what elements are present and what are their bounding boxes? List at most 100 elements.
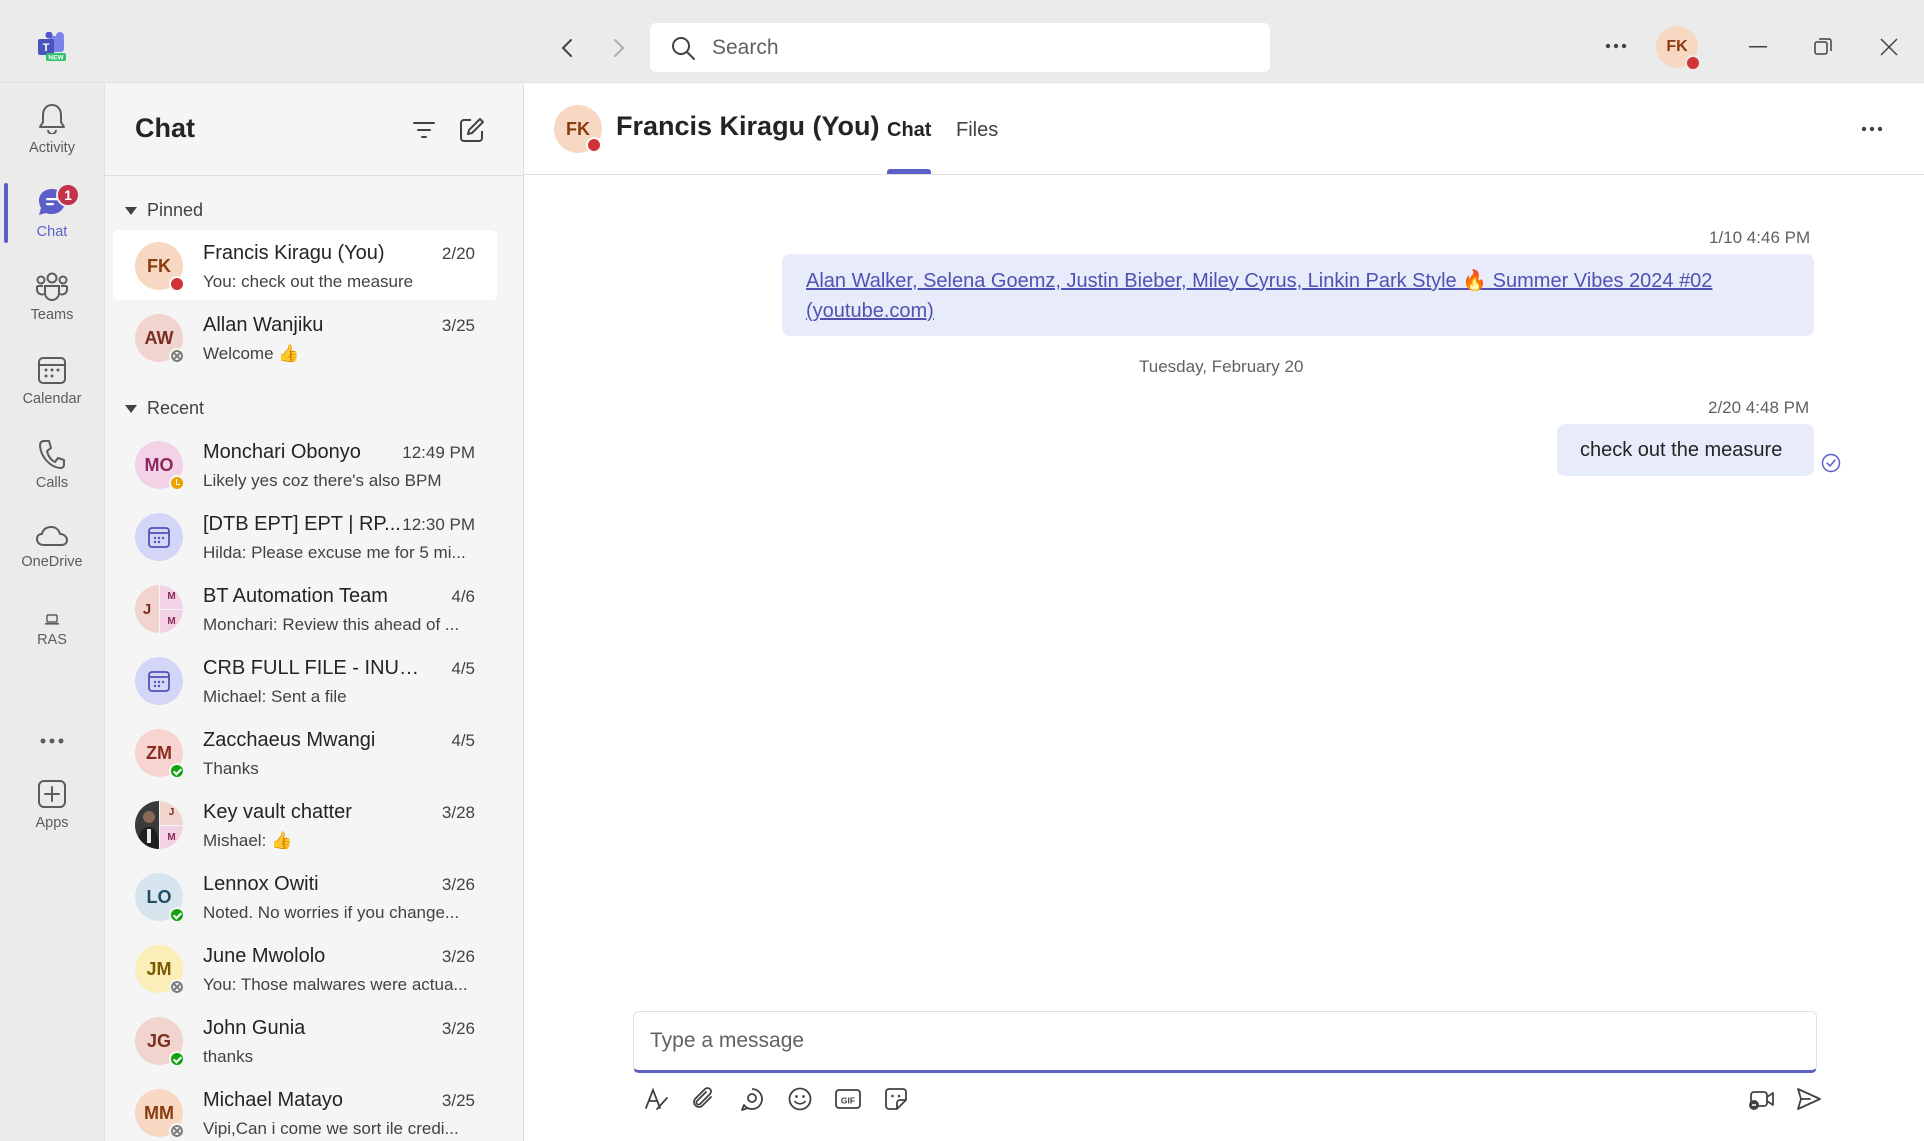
emoji-button[interactable] — [782, 1081, 818, 1117]
rail-item-teams[interactable]: Teams — [0, 257, 104, 337]
chat-list-item[interactable]: FK Francis Kiragu (You) 2/20 You: check … — [113, 230, 497, 300]
user-initials: FK — [1666, 38, 1688, 55]
loop-button[interactable] — [734, 1081, 770, 1117]
pinned-section-header[interactable]: Pinned — [125, 200, 203, 221]
restore-icon — [1814, 38, 1832, 55]
presence-busy-indicator — [586, 137, 602, 153]
chat-list-title: Chat — [135, 113, 195, 143]
calendar-icon — [148, 527, 170, 548]
group-avatar-member: M — [160, 609, 183, 633]
chevron-left-icon — [561, 39, 572, 57]
presence-offline-indicator — [169, 348, 185, 364]
chat-preview: You: check out the measure — [203, 272, 414, 291]
gif-button[interactable]: GIF — [830, 1081, 866, 1117]
chat-list-item[interactable]: JM June Mwololo 3/26 You: Those malwares… — [113, 933, 497, 1003]
rail-item-apps[interactable]: Apps — [0, 765, 104, 845]
sticker-icon — [885, 1088, 907, 1110]
chat-list-item[interactable]: JG John Gunia 3/26 thanks — [113, 1005, 497, 1075]
rail-item-calls[interactable]: Calls — [0, 425, 104, 505]
presence-busy-indicator — [1685, 55, 1701, 71]
filter-icon — [413, 122, 435, 138]
close-button[interactable] — [1869, 28, 1909, 66]
user-avatar[interactable]: FK — [1656, 26, 1701, 71]
chat-list-item[interactable]: MO Monchari Obonyo 12:49 PM Likely yes c… — [113, 429, 497, 499]
filter-button[interactable] — [407, 113, 441, 147]
rail-item-onedrive[interactable]: OneDrive — [0, 507, 104, 587]
cloud-icon — [36, 526, 68, 546]
rail-item-chat[interactable]: 1 Chat — [0, 173, 104, 253]
format-button[interactable] — [638, 1081, 674, 1117]
more-options-button[interactable] — [1598, 28, 1634, 64]
conversation-title: Francis Kiragu (You) — [616, 111, 880, 141]
recent-section-header[interactable]: Recent — [125, 398, 204, 419]
chat-list-item[interactable]: J M M BT Automation Team 4/6 Monchari: R… — [113, 573, 497, 643]
svg-text:T: T — [43, 42, 50, 54]
rail-label: Activity — [29, 140, 75, 156]
avatar-initials: J — [142, 600, 152, 618]
calendar-icon — [148, 671, 170, 692]
restore-button[interactable] — [1803, 28, 1843, 66]
back-button[interactable] — [550, 30, 586, 66]
video-clip-button[interactable] — [1743, 1081, 1779, 1117]
link-text: (youtube.com) — [806, 300, 934, 322]
chat-name: BT Automation Team — [203, 585, 388, 607]
chat-date: 3/25 — [441, 1091, 475, 1110]
message-timestamp: 2/20 4:48 PM — [1708, 398, 1810, 417]
message-bubble: Alan Walker, Selena Goemz, Justin Bieber… — [782, 254, 1814, 336]
search-box[interactable] — [650, 23, 1270, 72]
chat-preview: Noted. No worries if you change... — [203, 903, 460, 922]
rail-more-apps-button[interactable] — [0, 711, 104, 771]
chat-list-item[interactable]: [DTB EPT] EPT | RP... 12:30 PM Hilda: Pl… — [113, 501, 497, 571]
chat-preview: thanks — [203, 1047, 254, 1066]
rail-item-activity[interactable]: Activity — [0, 89, 104, 169]
presence-busy-indicator — [169, 276, 185, 292]
laptop-icon — [45, 614, 59, 625]
avatar-initials: LO — [146, 886, 172, 907]
more-horizontal-icon — [40, 738, 64, 744]
chat-list-item[interactable]: ZM Zacchaeus Mwangi 4/5 Thanks — [113, 717, 497, 787]
chat-list-item[interactable]: LO Lennox Owiti 3/26 Noted. No worries i… — [113, 861, 497, 931]
rail-label: Apps — [35, 815, 69, 831]
chat-date: 3/26 — [441, 875, 475, 894]
chat-date: 12:49 PM — [402, 443, 475, 462]
meeting-avatar — [135, 513, 183, 561]
chat-list-item[interactable]: CRB FULL FILE - INUA ... 4/5 Michael: Se… — [113, 645, 497, 715]
rail-label: Chat — [36, 224, 68, 240]
video-clip-icon — [1749, 1091, 1774, 1110]
attach-button[interactable] — [686, 1081, 722, 1117]
sticker-button[interactable] — [878, 1081, 914, 1117]
chat-list-item[interactable]: J M Key vault chatter 3/28 Mishael: 👍 — [113, 789, 497, 859]
rail-item-ras[interactable]: RAS — [0, 591, 104, 671]
tab-chat[interactable]: Chat — [887, 119, 931, 142]
tab-files[interactable]: Files — [956, 119, 998, 142]
chat-name: Francis Kiragu (You) — [203, 242, 385, 264]
forward-button[interactable] — [600, 30, 636, 66]
message-input[interactable] — [650, 1026, 1790, 1056]
pinned-label: Pinned — [147, 200, 204, 220]
title-bar: T NEW FK — [0, 0, 1924, 83]
presence-available-indicator — [169, 1051, 185, 1067]
chat-name: Monchari Obonyo — [203, 441, 361, 463]
chat-list-item[interactable]: AW Allan Wanjiku 3/25 Welcome 👍 — [113, 302, 497, 372]
loop-icon — [741, 1088, 763, 1111]
search-input[interactable] — [712, 35, 1232, 60]
chat-list-item[interactable]: MM Michael Matayo 3/25 Vipi,Can i come w… — [113, 1077, 497, 1141]
caret-down-icon — [125, 206, 137, 215]
avatar-initials: MM — [144, 1102, 174, 1123]
chat-name: CRB FULL FILE - INUA ... — [203, 657, 423, 679]
rail-item-calendar[interactable]: Calendar — [0, 341, 104, 421]
minimize-button[interactable] — [1738, 28, 1778, 66]
youtube-link[interactable]: Alan Walker, Selena Goemz, Justin Bieber… — [806, 270, 1712, 322]
bell-icon — [39, 104, 65, 134]
teams-logo-icon[interactable]: T NEW — [36, 31, 68, 62]
chevron-right-icon — [614, 39, 625, 57]
avatar-initials: FK — [147, 255, 171, 276]
chat-date: 3/28 — [441, 803, 475, 822]
conversation-more-button[interactable] — [1854, 111, 1890, 147]
new-chat-button[interactable] — [455, 113, 489, 147]
avatar-initials: M — [167, 831, 176, 843]
group-avatar-member: M — [160, 585, 183, 609]
chat-date: 12:30 PM — [402, 515, 475, 534]
group-avatar: J M M — [135, 585, 183, 633]
send-button[interactable] — [1791, 1081, 1827, 1117]
